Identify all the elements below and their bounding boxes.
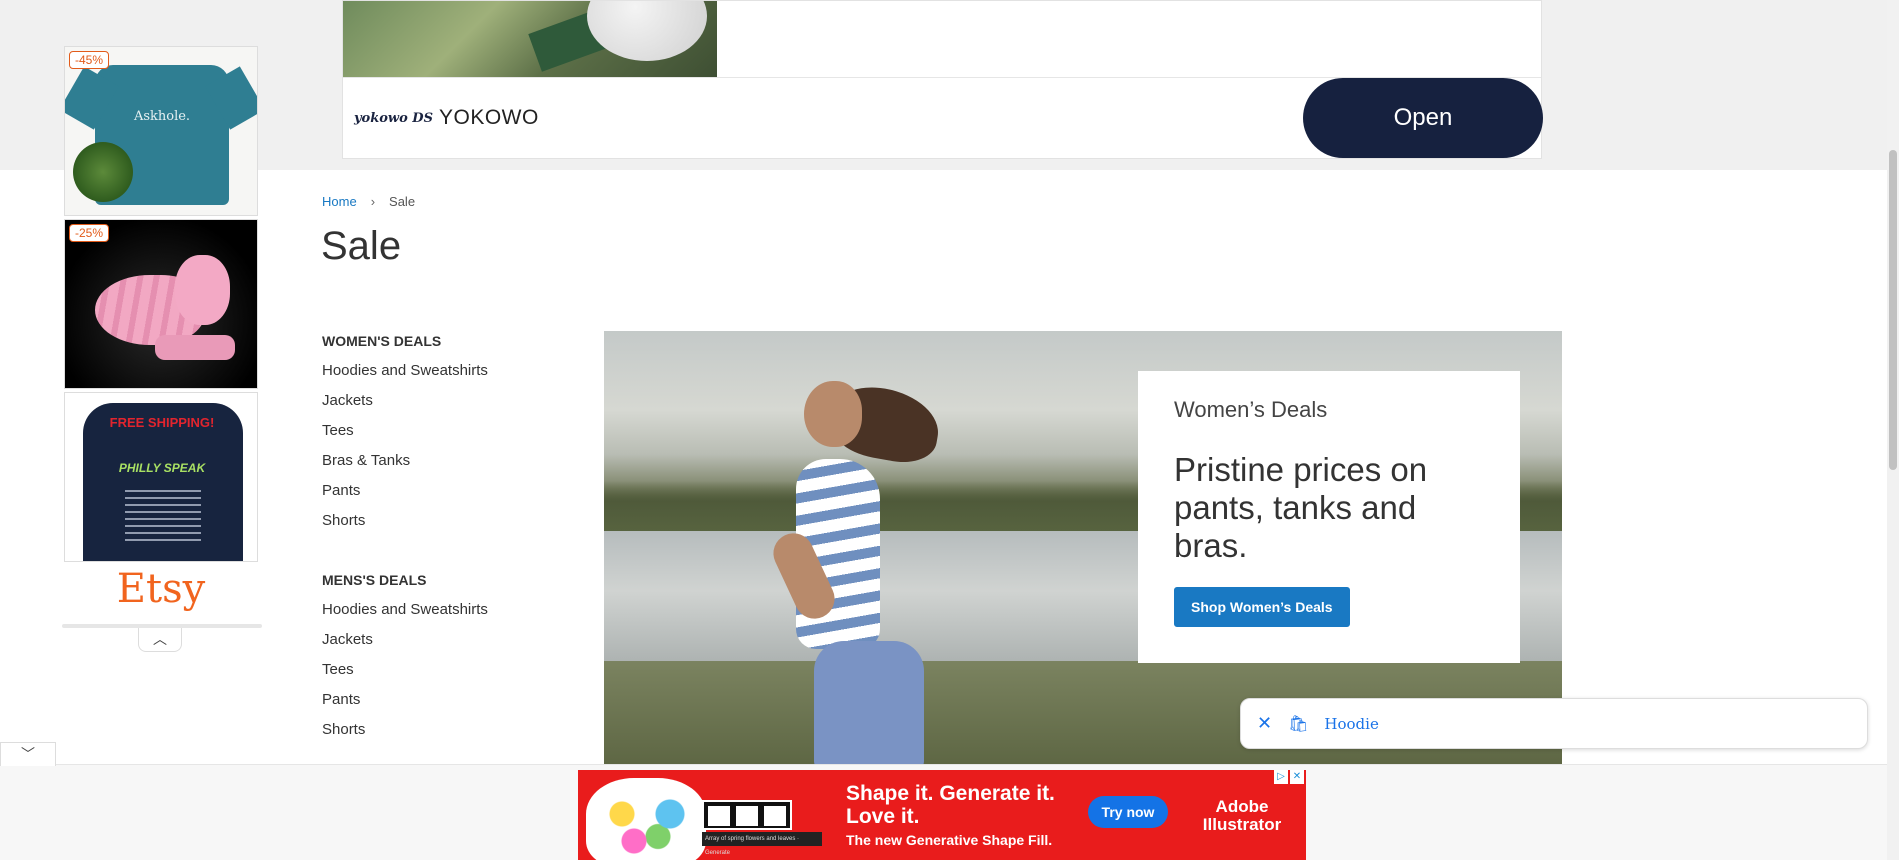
- close-icon[interactable]: ✕: [1257, 713, 1272, 734]
- plant-image: [73, 142, 133, 202]
- promo-eyebrow: Women’s Deals: [1174, 397, 1328, 422]
- sidebar-item-tees[interactable]: Tees: [322, 660, 562, 690]
- left-skyscraper-ad[interactable]: ▷ ✕ -45% Askhole. -25% FREE SHIPPING! PH…: [62, 44, 262, 652]
- scrollbar-thumb[interactable]: [1889, 150, 1897, 470]
- sidebar-item-shorts[interactable]: Shorts: [322, 720, 562, 750]
- tshirt-print-text: Askhole.: [133, 109, 191, 124]
- etsy-logo[interactable]: Etsy: [64, 566, 258, 618]
- shopping-bag-icon: 🛍: [1288, 715, 1309, 733]
- top-ad-image: [343, 1, 717, 77]
- close-ad-icon[interactable]: ✕: [1290, 770, 1304, 784]
- nav-group-mens-deals: MENS'S DEALS Hoodies and Sweatshirts Jac…: [322, 570, 562, 750]
- shop-womens-deals-button[interactable]: Shop Women’s Deals: [1174, 587, 1350, 627]
- ad-subline: The new Generative Shape Fill.: [846, 832, 1053, 848]
- advertiser-name: YOKOWO: [439, 106, 539, 129]
- product-tile-hoodie[interactable]: FREE SHIPPING! PHILLY SPEAK: [64, 392, 258, 562]
- hoodie-print-lines: [125, 485, 201, 546]
- open-button[interactable]: Open: [1303, 78, 1543, 158]
- adobe-illustrator-logo: Adobe Illustrator: [1202, 797, 1282, 834]
- app-ui-preview: [702, 800, 792, 830]
- chevron-down-icon[interactable]: ﹀: [0, 742, 56, 766]
- sidebar-item-jackets[interactable]: Jackets: [322, 391, 562, 421]
- collapse-ad-chevron-up-icon[interactable]: ︿: [138, 628, 182, 652]
- nav-group-womens-deals: WOMEN'S DEALS Hoodies and Sweatshirts Ja…: [322, 331, 562, 541]
- nav-group-title: WOMEN'S DEALS: [322, 333, 442, 349]
- top-ad-band: yokowo DS YOKOWO Open: [0, 0, 1887, 170]
- top-banner-ad[interactable]: yokowo DS YOKOWO Open: [342, 0, 1543, 159]
- discount-badge: -45%: [69, 51, 110, 69]
- runner-image: [766, 379, 964, 771]
- product-tile-figurine[interactable]: -25%: [64, 219, 258, 389]
- page-title: Sale: [321, 224, 402, 268]
- sidebar-item-pants[interactable]: Pants: [322, 690, 562, 720]
- glove-image: [587, 1, 707, 61]
- pink-figurine-image: [95, 255, 235, 365]
- ad-info-icon[interactable]: ▷: [1274, 770, 1288, 784]
- prompt-text: Array of spring flowers and leaves: [705, 836, 796, 842]
- advertiser-logo: yokowo DS: [354, 111, 433, 126]
- breadcrumb-current: Sale: [389, 194, 416, 209]
- search-suggestion-chip[interactable]: ✕ 🛍 Hoodie: [1240, 698, 1868, 749]
- breadcrumb: Home › Sale: [322, 194, 415, 209]
- breadcrumb-home-link[interactable]: Home: [322, 194, 357, 209]
- sidebar-nav: WOMEN'S DEALS Hoodies and Sweatshirts Ja…: [322, 331, 562, 750]
- product-tile-tshirt[interactable]: -45% Askhole.: [64, 46, 258, 216]
- bottom-banner-ad[interactable]: Array of spring flowers and leaves · Gen…: [578, 770, 1306, 860]
- nav-group-title: MENS'S DEALS: [322, 572, 427, 588]
- promo-card: Women’s Deals Pristine prices on pants, …: [1138, 371, 1520, 663]
- free-shipping-text: FREE SHIPPING!: [109, 415, 215, 430]
- sidebar-item-bras-tanks[interactable]: Bras & Tanks: [322, 451, 562, 481]
- sidebar-item-pants[interactable]: Pants: [322, 481, 562, 511]
- generate-label: Generate: [705, 850, 731, 856]
- sidebar-item-tees[interactable]: Tees: [322, 421, 562, 451]
- ad-headline: Shape it. Generate it. Love it.: [846, 782, 1055, 828]
- prompt-field-preview: Array of spring flowers and leaves · Gen…: [702, 832, 822, 856]
- suggestion-term[interactable]: Hoodie: [1324, 715, 1378, 733]
- promo-headline: Pristine prices on pants, tanks and bras…: [1174, 451, 1428, 564]
- butterfly-artwork: [586, 778, 706, 860]
- sidebar-item-hoodies-sweatshirts[interactable]: Hoodies and Sweatshirts: [322, 600, 562, 630]
- sidebar-item-jackets[interactable]: Jackets: [322, 630, 562, 660]
- sidebar-item-shorts[interactable]: Shorts: [322, 511, 562, 541]
- hoodie-print-text: PHILLY SPEAK: [118, 461, 206, 475]
- ad-choices[interactable]: ▷ ✕: [1274, 770, 1304, 784]
- sidebar-item-hoodies-sweatshirts[interactable]: Hoodies and Sweatshirts: [322, 361, 562, 391]
- try-now-button[interactable]: Try now: [1088, 796, 1168, 828]
- vertical-scrollbar[interactable]: [1887, 0, 1899, 860]
- discount-badge: -25%: [69, 224, 110, 242]
- chevron-right-icon: ›: [370, 194, 376, 209]
